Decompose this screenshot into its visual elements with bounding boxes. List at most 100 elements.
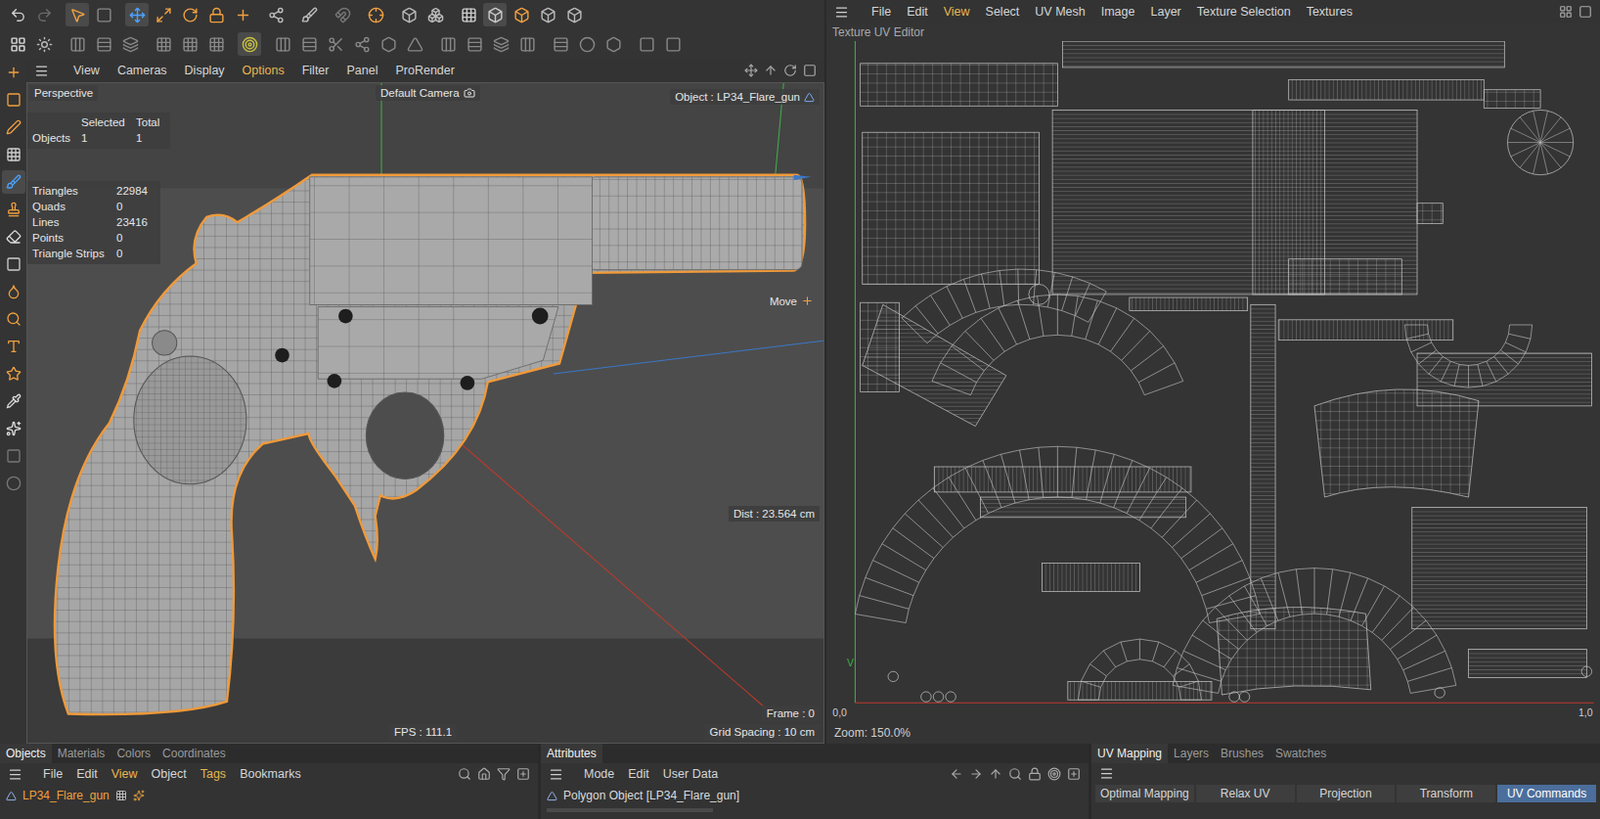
target-icon[interactable] — [1047, 766, 1062, 781]
tool-button[interactable] — [5, 32, 30, 56]
panel-tab[interactable]: Materials — [51, 743, 112, 763]
home-icon[interactable] — [477, 766, 491, 781]
object-name[interactable]: LP34_Flare_gun — [22, 788, 110, 802]
uv-island[interactable] — [1063, 41, 1506, 68]
menu-item[interactable]: Image — [1101, 4, 1136, 19]
tool-button[interactable] — [575, 32, 599, 56]
menu-item[interactable]: Mode — [583, 766, 615, 781]
menu-item[interactable]: View — [73, 63, 100, 78]
uv-island[interactable] — [901, 268, 1107, 344]
layout-icon[interactable] — [1558, 4, 1573, 19]
panel-tab[interactable]: Brushes — [1214, 743, 1270, 763]
tool-button[interactable] — [350, 32, 374, 56]
uv-island[interactable] — [1412, 506, 1588, 628]
tool-button[interactable] — [270, 32, 295, 56]
menu-item[interactable]: Layer — [1150, 4, 1181, 19]
hamburger-icon[interactable] — [548, 766, 571, 782]
uv-island[interactable] — [854, 445, 1260, 623]
uv-island[interactable] — [1077, 638, 1201, 700]
tool-button[interactable] — [515, 32, 539, 56]
panel-tab[interactable]: Objects — [0, 743, 52, 763]
tool-button[interactable] — [177, 2, 202, 27]
menu-item[interactable]: Panel — [346, 63, 378, 78]
uv-island[interactable] — [1468, 648, 1588, 677]
tool-button[interactable] — [456, 2, 481, 27]
menu-item[interactable]: Edit — [76, 766, 98, 781]
tool-button[interactable] — [330, 2, 355, 27]
panel-tab[interactable]: UV Mapping — [1091, 743, 1168, 763]
tool-button[interactable] — [562, 2, 586, 27]
tool-button[interactable] — [397, 2, 421, 27]
panel-tab[interactable]: Attributes — [540, 743, 603, 763]
tool-button[interactable] — [125, 2, 149, 27]
visibility-icon[interactable] — [115, 789, 128, 801]
uv-island[interactable] — [1067, 681, 1212, 701]
tool-button[interactable] — [1, 252, 26, 276]
tool-button[interactable] — [483, 2, 507, 27]
menu-item[interactable]: Filter — [302, 63, 330, 78]
tool-button[interactable] — [1, 88, 26, 112]
tool-button[interactable] — [488, 32, 513, 56]
tool-button[interactable] — [634, 32, 659, 56]
forward-icon[interactable] — [969, 766, 983, 781]
tool-button[interactable] — [297, 32, 321, 56]
tool-button[interactable] — [264, 2, 288, 27]
tool-button[interactable] — [230, 2, 255, 27]
pan-icon[interactable] — [744, 63, 758, 78]
new-window-icon[interactable] — [1066, 766, 1081, 781]
tool-button[interactable] — [204, 2, 228, 27]
tool-button[interactable] — [151, 2, 176, 27]
uv-island[interactable] — [1404, 324, 1532, 388]
uv-island[interactable] — [1288, 259, 1403, 295]
menu-item[interactable]: UV Mesh — [1034, 4, 1085, 19]
uv-island[interactable] — [933, 466, 1192, 492]
dolly-icon[interactable] — [763, 63, 778, 78]
uv-island[interactable] — [1483, 89, 1541, 109]
uv-island[interactable] — [1417, 203, 1443, 224]
uv-island[interactable] — [1288, 79, 1485, 100]
object-row[interactable]: LP34_Flare_gun — [0, 784, 538, 806]
panel-tab[interactable]: Colors — [110, 743, 157, 763]
tool-button[interactable] — [1, 279, 26, 304]
viewport[interactable]: PerspectiveDefault CameraObject : LP34_F… — [26, 82, 825, 744]
panel-tab[interactable]: Layers — [1167, 743, 1215, 763]
tool-button[interactable] — [1, 307, 26, 331]
new-window-icon[interactable] — [516, 766, 531, 781]
tool-button[interactable] — [1, 444, 26, 468]
menu-item[interactable]: Textures — [1306, 4, 1353, 19]
tool-button[interactable] — [91, 32, 116, 56]
uv-island[interactable] — [980, 496, 1187, 518]
menu-item[interactable]: File — [871, 4, 891, 19]
tool-button[interactable] — [363, 2, 388, 27]
back-icon[interactable] — [949, 766, 964, 781]
tool-button[interactable] — [1, 471, 26, 495]
tool-button[interactable] — [1, 361, 26, 386]
tool-button[interactable] — [1, 334, 26, 358]
tool-button[interactable] — [1, 60, 26, 85]
uv-island[interactable] — [1042, 562, 1141, 591]
menu-item[interactable]: File — [43, 766, 63, 781]
maximize-icon[interactable] — [1578, 4, 1593, 19]
uv-command-tab[interactable]: Relax UV — [1196, 784, 1295, 802]
menu-item[interactable]: Texture Selection — [1197, 4, 1291, 19]
tool-button[interactable] — [548, 32, 573, 56]
menu-item[interactable]: View — [943, 4, 971, 19]
tool-button[interactable] — [297, 2, 321, 27]
menu-item[interactable]: User Data — [663, 766, 718, 781]
uv-command-tab[interactable]: Projection — [1296, 784, 1396, 802]
tool-button[interactable] — [462, 32, 487, 56]
tool-button[interactable] — [204, 32, 228, 56]
panel-tab[interactable]: Swatches — [1269, 743, 1333, 763]
tool-button[interactable] — [535, 2, 560, 27]
tool-button[interactable] — [237, 32, 262, 56]
hamburger-icon[interactable] — [7, 766, 30, 782]
uv-island[interactable] — [1129, 297, 1248, 311]
panel-tab[interactable]: Coordinates — [156, 743, 232, 763]
search-icon[interactable] — [457, 766, 472, 781]
maximize-icon[interactable] — [802, 63, 817, 78]
menu-item[interactable]: View — [111, 766, 138, 781]
tool-button[interactable] — [1, 416, 26, 441]
menu-item[interactable]: Edit — [906, 4, 929, 19]
uv-island[interactable] — [1052, 109, 1418, 294]
tool-button[interactable] — [91, 2, 116, 27]
